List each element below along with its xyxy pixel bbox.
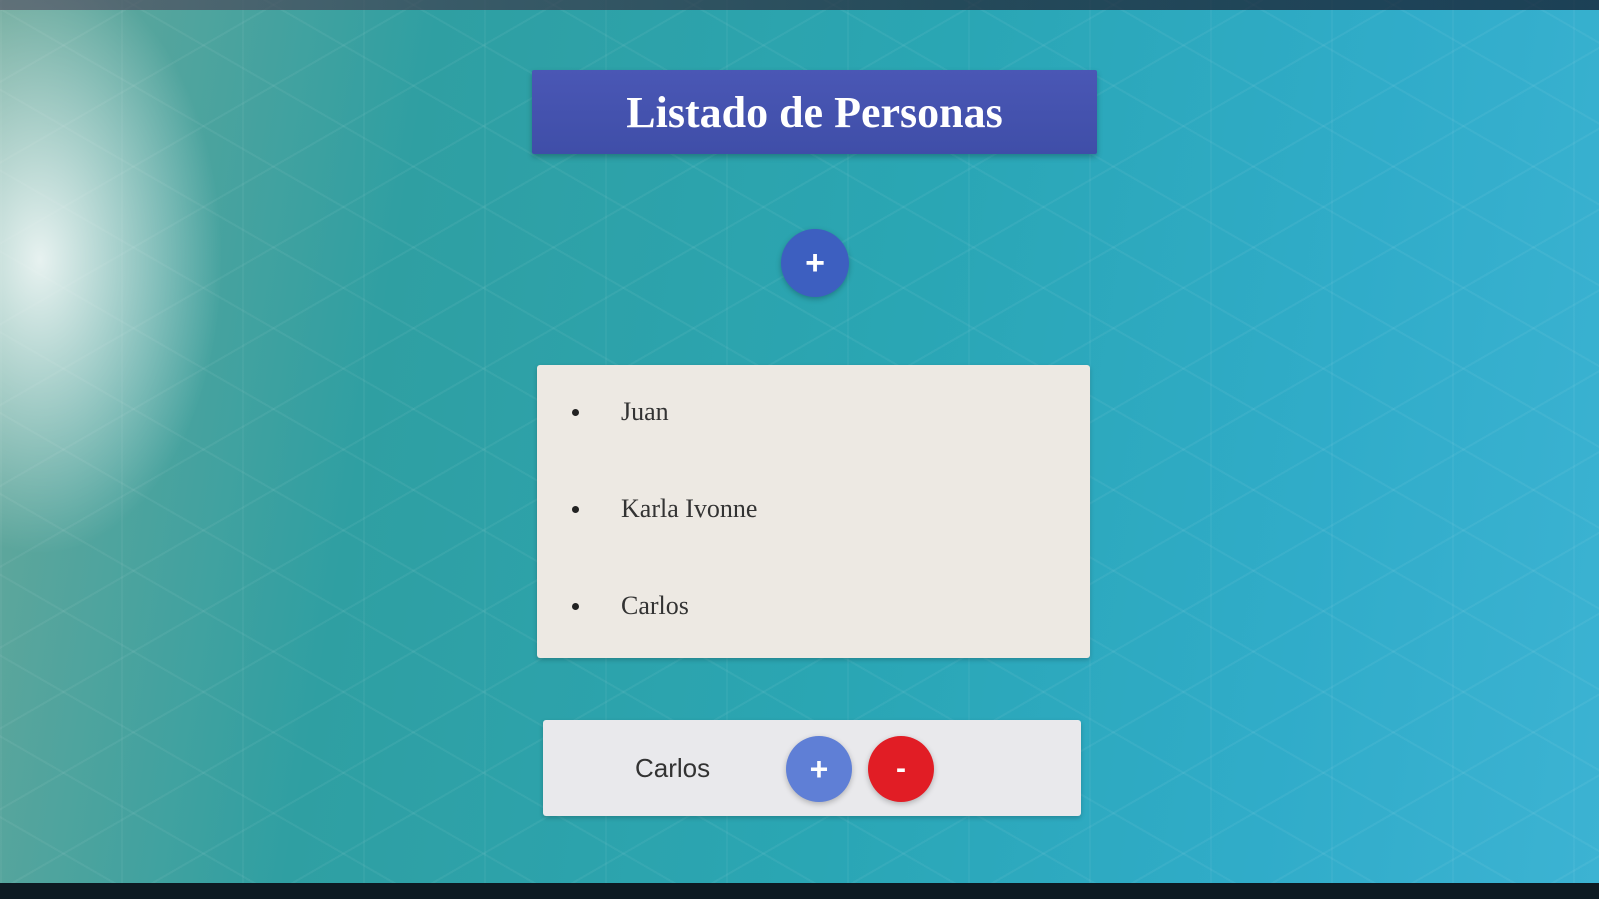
bullet-icon — [572, 409, 579, 416]
bullet-icon — [572, 603, 579, 610]
plus-icon: + — [809, 750, 829, 787]
minus-icon: - — [896, 752, 906, 785]
increment-button[interactable]: + — [786, 736, 852, 802]
decrement-button[interactable]: - — [868, 736, 934, 802]
selected-person-card: Carlos + - — [543, 720, 1081, 816]
person-name: Carlos — [621, 591, 689, 620]
person-name: Karla Ivonne — [621, 494, 758, 523]
person-name: Juan — [621, 397, 669, 426]
add-person-button[interactable]: + — [781, 229, 849, 297]
screen-bottom-edge — [0, 883, 1599, 899]
title-banner: Listado de Personas — [532, 70, 1097, 154]
selected-person-name: Carlos — [635, 753, 711, 783]
bullet-icon — [572, 506, 579, 513]
people-list-card: Juan Karla Ivonne Carlos — [537, 365, 1090, 658]
plus-icon: + — [805, 243, 825, 282]
page-title: Listado de Personas — [626, 87, 1003, 137]
screen-top-edge — [0, 0, 1599, 10]
